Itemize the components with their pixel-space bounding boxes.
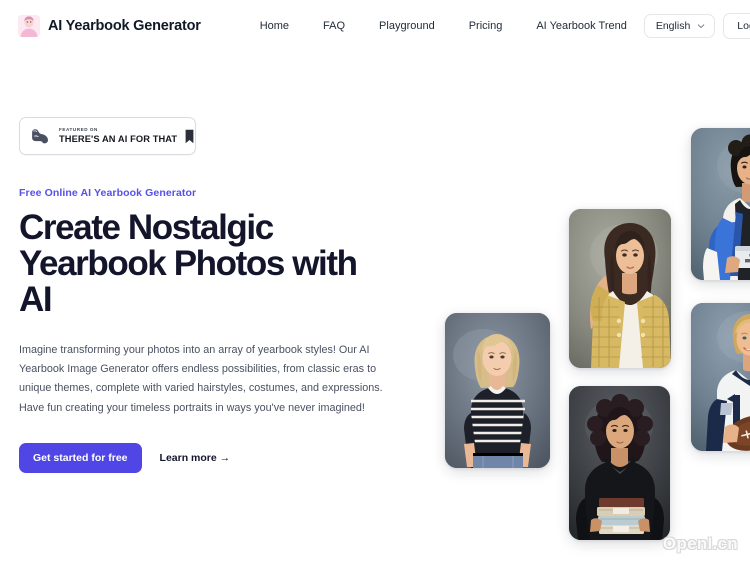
brand-logo-link[interactable]: AI Yearbook Generator: [18, 15, 201, 37]
learn-more-link[interactable]: Learn more →: [160, 452, 231, 464]
primary-nav: Home FAQ Playground Pricing AI Yearbook …: [243, 14, 644, 38]
hero-photo-gallery: [420, 52, 750, 562]
hero-cta-row: Get started for free Learn more →: [19, 442, 419, 473]
flexed-bicep-icon: [32, 129, 48, 144]
blue-vest-student-portrait[interactable]: [691, 128, 750, 280]
nav-link-pricing[interactable]: Pricing: [452, 14, 520, 38]
blonde-striped-top-portrait[interactable]: [445, 313, 550, 468]
hero-eyebrow: Free Online AI Yearbook Generator: [19, 187, 197, 199]
featured-badge-kicker: FEATURED ON: [59, 126, 98, 132]
page-title: Create Nostalgic Yearbook Photos with AI: [19, 208, 358, 319]
login-button[interactable]: Login: [723, 13, 750, 39]
hero-paragraph: Imagine transforming your photos into an…: [19, 344, 383, 414]
language-selector[interactable]: English: [643, 14, 716, 38]
get-started-button[interactable]: Get started for free: [19, 442, 142, 473]
nav-link-faq[interactable]: FAQ: [306, 14, 362, 38]
chevron-down-icon: [698, 24, 705, 29]
football-jersey-portrait[interactable]: [691, 303, 750, 451]
bookmark-mark-icon: [185, 129, 194, 143]
nav-link-home[interactable]: Home: [243, 14, 306, 38]
tweed-jacket-portrait[interactable]: [569, 209, 671, 368]
nav-link-ai-yearbook-trend[interactable]: AI Yearbook Trend: [519, 14, 644, 38]
brand-name: AI Yearbook Generator: [48, 18, 201, 34]
watermark: OpenI.cn: [662, 534, 738, 553]
nav-link-playground[interactable]: Playground: [362, 14, 452, 38]
black-turtleneck-portrait[interactable]: [569, 386, 670, 540]
site-header: AI Yearbook Generator Home FAQ Playgroun…: [0, 0, 750, 52]
language-selector-value: English: [655, 20, 691, 32]
portrait-avatar-logo-icon: [18, 15, 40, 37]
hero-section: FEATURED ON THERE'S AN AI FOR THAT Free …: [0, 52, 750, 562]
header-actions: English Login: [643, 13, 750, 39]
featured-badge-text: FEATURED ON THERE'S AN AI FOR THAT: [59, 126, 178, 144]
featured-badge-title: THERE'S AN AI FOR THAT: [59, 133, 178, 144]
featured-on-badge[interactable]: FEATURED ON THERE'S AN AI FOR THAT: [19, 117, 196, 155]
hero-copy-column: FEATURED ON THERE'S AN AI FOR THAT Free …: [19, 117, 419, 473]
